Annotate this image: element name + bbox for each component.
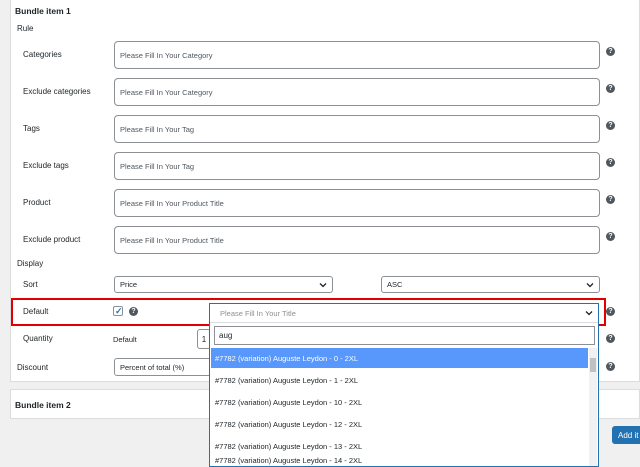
sort-label: Sort (23, 280, 38, 289)
exclude-product-label: Exclude product (23, 235, 81, 244)
exclude-categories-label: Exclude categories (23, 87, 91, 96)
exclude-product-help-icon[interactable]: ? (606, 232, 615, 241)
bundle-item-2-title: Bundle item 2 (15, 400, 71, 410)
add-item-button[interactable]: Add it (612, 426, 640, 444)
discount-type-select[interactable]: Percent of total (%) (114, 358, 214, 376)
sort-field-value: Price (120, 280, 138, 289)
tags-input[interactable]: Please Fill In Your Tag (114, 115, 600, 143)
quantity-default-label: Default (113, 335, 137, 344)
dropdown-option[interactable]: #7782 (variation) Auguste Leydon - 14 - … (211, 456, 588, 467)
dropdown-scrollbar-thumb[interactable] (590, 358, 596, 372)
exclude-tags-input[interactable]: Please Fill In Your Tag (114, 152, 600, 180)
product-input[interactable]: Please Fill In Your Product Title (114, 189, 600, 217)
default-title-placeholder: Please Fill In Your Title (220, 308, 296, 318)
exclude-tags-help-icon[interactable]: ? (606, 158, 615, 167)
chevron-down-icon (585, 311, 593, 316)
exclude-categories-input[interactable]: Please Fill In Your Category (114, 78, 600, 106)
bundle-item-1-title: Bundle item 1 (15, 6, 71, 16)
product-label: Product (23, 198, 51, 207)
display-heading: Display (17, 259, 44, 268)
discount-help-icon[interactable]: ? (606, 362, 615, 371)
rule-heading: Rule (17, 24, 34, 33)
default-title-dropdown[interactable]: Please Fill In Your Title aug #7782 (var… (209, 303, 599, 467)
exclude-product-input[interactable]: Please Fill In Your Product Title (114, 226, 600, 254)
discount-type-value: Percent of total (%) (120, 362, 185, 372)
dropdown-option[interactable]: #7782 (variation) Auguste Leydon - 13 - … (211, 436, 588, 456)
exclude-categories-help-icon[interactable]: ? (606, 84, 615, 93)
quantity-help-icon[interactable]: ? (606, 334, 615, 343)
dropdown-search-input[interactable]: aug (214, 326, 595, 345)
chevron-down-icon (586, 282, 594, 287)
tags-help-icon[interactable]: ? (606, 121, 615, 130)
product-help-icon[interactable]: ? (606, 195, 615, 204)
discount-label: Discount (17, 363, 49, 372)
categories-label: Categories (23, 50, 62, 59)
sort-order-select[interactable]: ASC (381, 276, 600, 293)
dropdown-option[interactable]: #7782 (variation) Auguste Leydon - 12 - … (211, 414, 588, 434)
dropdown-option[interactable]: #7782 (variation) Auguste Leydon - 10 - … (211, 392, 588, 412)
tags-label: Tags (23, 124, 40, 133)
sort-order-value: ASC (387, 280, 403, 289)
quantity-label: Quantity (23, 334, 53, 343)
dropdown-option[interactable]: #7782 (variation) Auguste Leydon - 1 - 2… (211, 370, 588, 390)
dropdown-scrollbar[interactable] (589, 348, 597, 466)
dropdown-option[interactable]: #7782 (variation) Auguste Leydon - 0 - 2… (211, 348, 588, 368)
categories-input[interactable]: Please Fill In Your Category (114, 41, 600, 69)
sort-field-select[interactable]: Price (114, 276, 333, 293)
default-title-select[interactable]: Please Fill In Your Title (210, 304, 598, 323)
exclude-tags-label: Exclude tags (23, 161, 69, 170)
default-title-help-icon[interactable]: ? (606, 307, 615, 316)
chevron-down-icon (319, 282, 327, 287)
categories-help-icon[interactable]: ? (606, 47, 615, 56)
